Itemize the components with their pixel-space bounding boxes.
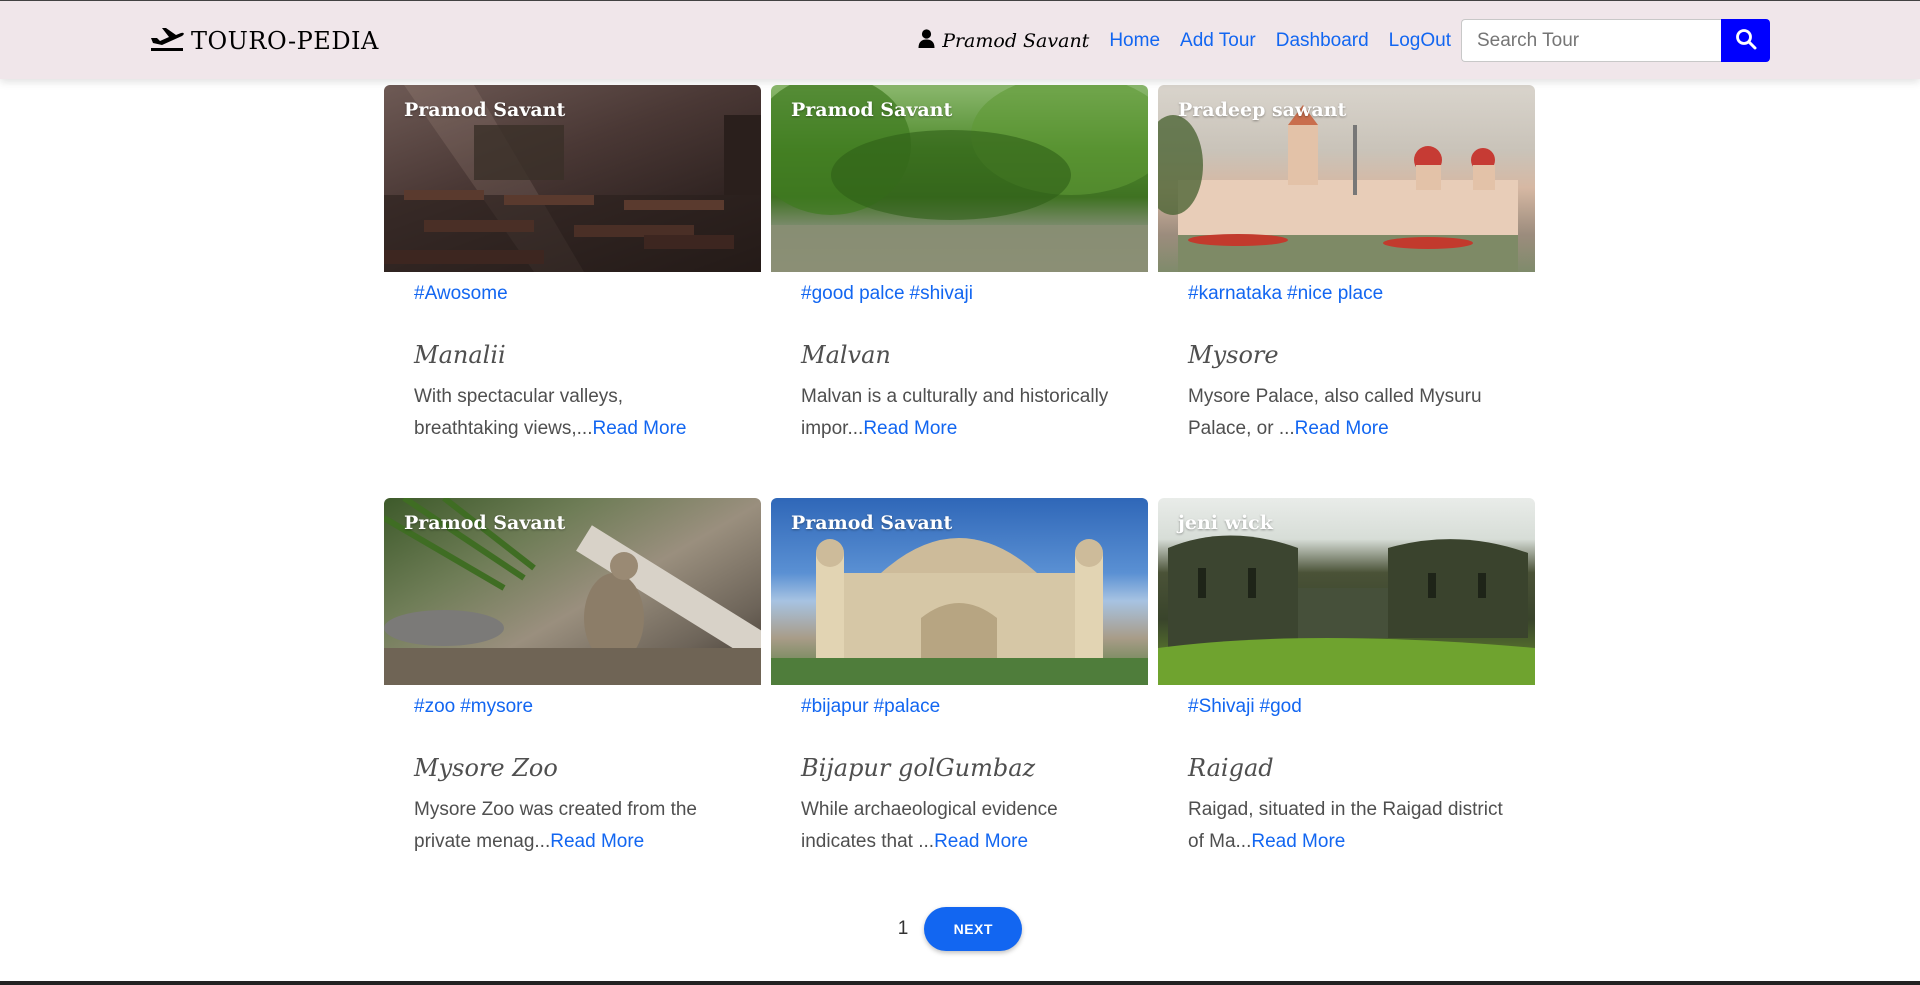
tour-tags: #Shivaji #god [1158,685,1535,745]
tag-link[interactable]: #good palce [801,283,905,304]
pagination: 1 NEXT [0,907,1920,951]
tour-description: Mysore Zoo was created from the private … [384,794,761,858]
tour-card: Pramod Savant #bijapur #palace Bijapur go… [771,498,1148,878]
nav-link-logout[interactable]: LogOut [1389,30,1451,52]
read-more-link[interactable]: Read More [550,831,644,852]
tour-title: Bijapur golGumbaz [801,754,1036,782]
tag-link[interactable]: #palace [874,696,941,717]
tag-link[interactable]: #bijapur [801,696,869,717]
tour-card: Pradeep sawant #karnataka #nice place Mys… [1158,85,1535,465]
tour-excerpt: Raigad, situated in the Raigad district … [1188,799,1503,852]
brand-title: TOURO-PEDIA [191,27,379,55]
read-more-link[interactable]: Read More [863,418,957,439]
user-icon [918,28,935,53]
tour-author: Pradeep sawant [1178,99,1347,121]
tour-image[interactable]: Pradeep sawant [1158,85,1535,272]
tour-tags: #karnataka #nice place [1158,272,1535,332]
nav-link-home[interactable]: Home [1109,30,1160,52]
user-info: Pramod Savant [918,28,1090,53]
plane-departure-icon [149,24,185,58]
tour-author: Pramod Savant [791,512,953,534]
tour-image[interactable]: Pramod Savant [384,85,761,272]
read-more-link[interactable]: Read More [1295,418,1389,439]
tour-tags: #bijapur #palace [771,685,1148,745]
read-more-link[interactable]: Read More [592,418,686,439]
tag-link[interactable]: #Shivaji [1188,696,1255,717]
tag-link[interactable]: #shivaji [910,283,973,304]
tour-card: Pramod Savant #good palce #shivaji Malvan… [771,85,1148,465]
tour-author: jeni wick [1178,512,1273,534]
tour-description: Mysore Palace, also called Mysuru Palace… [1158,381,1535,445]
tour-image[interactable]: Pramod Savant [771,85,1148,272]
nav-link-dashboard[interactable]: Dashboard [1276,30,1369,52]
tour-title: Mysore [1188,341,1279,369]
tag-link[interactable]: #god [1260,696,1302,717]
tour-author: Pramod Savant [791,99,953,121]
next-page-button[interactable]: NEXT [924,907,1023,951]
tour-tags: #Awosome [384,272,761,332]
tour-tags: #good palce #shivaji [771,272,1148,332]
search-form [1461,19,1770,62]
tag-link[interactable]: #karnataka [1188,283,1282,304]
bottom-divider [0,981,1920,985]
tag-link[interactable]: #zoo [414,696,455,717]
nav-right: Pramod Savant Home Add Tour Dashboard Lo… [918,19,1770,62]
tag-link[interactable]: #Awosome [414,283,508,304]
tour-author: Pramod Savant [404,99,566,121]
nav-link-add-tour[interactable]: Add Tour [1180,30,1256,52]
tag-link[interactable]: #nice place [1287,283,1383,304]
tour-description: With spectacular valleys, breathtaking v… [384,381,761,445]
tour-tags: #zoo #mysore [384,685,761,745]
search-input[interactable] [1461,19,1721,62]
user-name: Pramod Savant [942,29,1090,52]
tour-card: Pramod Savant #Awosome Manalii With spec… [384,85,761,465]
tour-grid: Pramod Savant #Awosome Manalii With spec… [384,85,1536,878]
tour-title: Manalii [414,341,506,369]
search-button[interactable] [1721,19,1770,62]
tour-description: Malvan is a culturally and historically … [771,381,1148,445]
tour-image[interactable]: Pramod Savant [384,498,761,685]
tour-image[interactable]: jeni wick [1158,498,1535,685]
tour-title: Raigad [1188,754,1274,782]
tour-author: Pramod Savant [404,512,566,534]
tour-title: Mysore Zoo [414,754,558,782]
current-page-number: 1 [897,918,909,939]
read-more-link[interactable]: Read More [934,831,1028,852]
brand[interactable]: TOURO-PEDIA [149,25,379,57]
search-icon [1735,28,1757,53]
tour-title: Malvan [801,341,891,369]
tour-card: Pramod Savant #zoo #mysore Mysore Zoo Mys… [384,498,761,878]
tour-description: Raigad, situated in the Raigad district … [1158,794,1535,858]
tour-description: While archaeological evidence indicates … [771,794,1148,858]
tour-image[interactable]: Pramod Savant [771,498,1148,685]
navbar: TOURO-PEDIA Pramod Savant Home Add Tour … [0,1,1920,79]
read-more-link[interactable]: Read More [1251,831,1345,852]
tour-card: jeni wick #Shivaji #god Raigad Raigad, si… [1158,498,1535,878]
tag-link[interactable]: #mysore [460,696,533,717]
